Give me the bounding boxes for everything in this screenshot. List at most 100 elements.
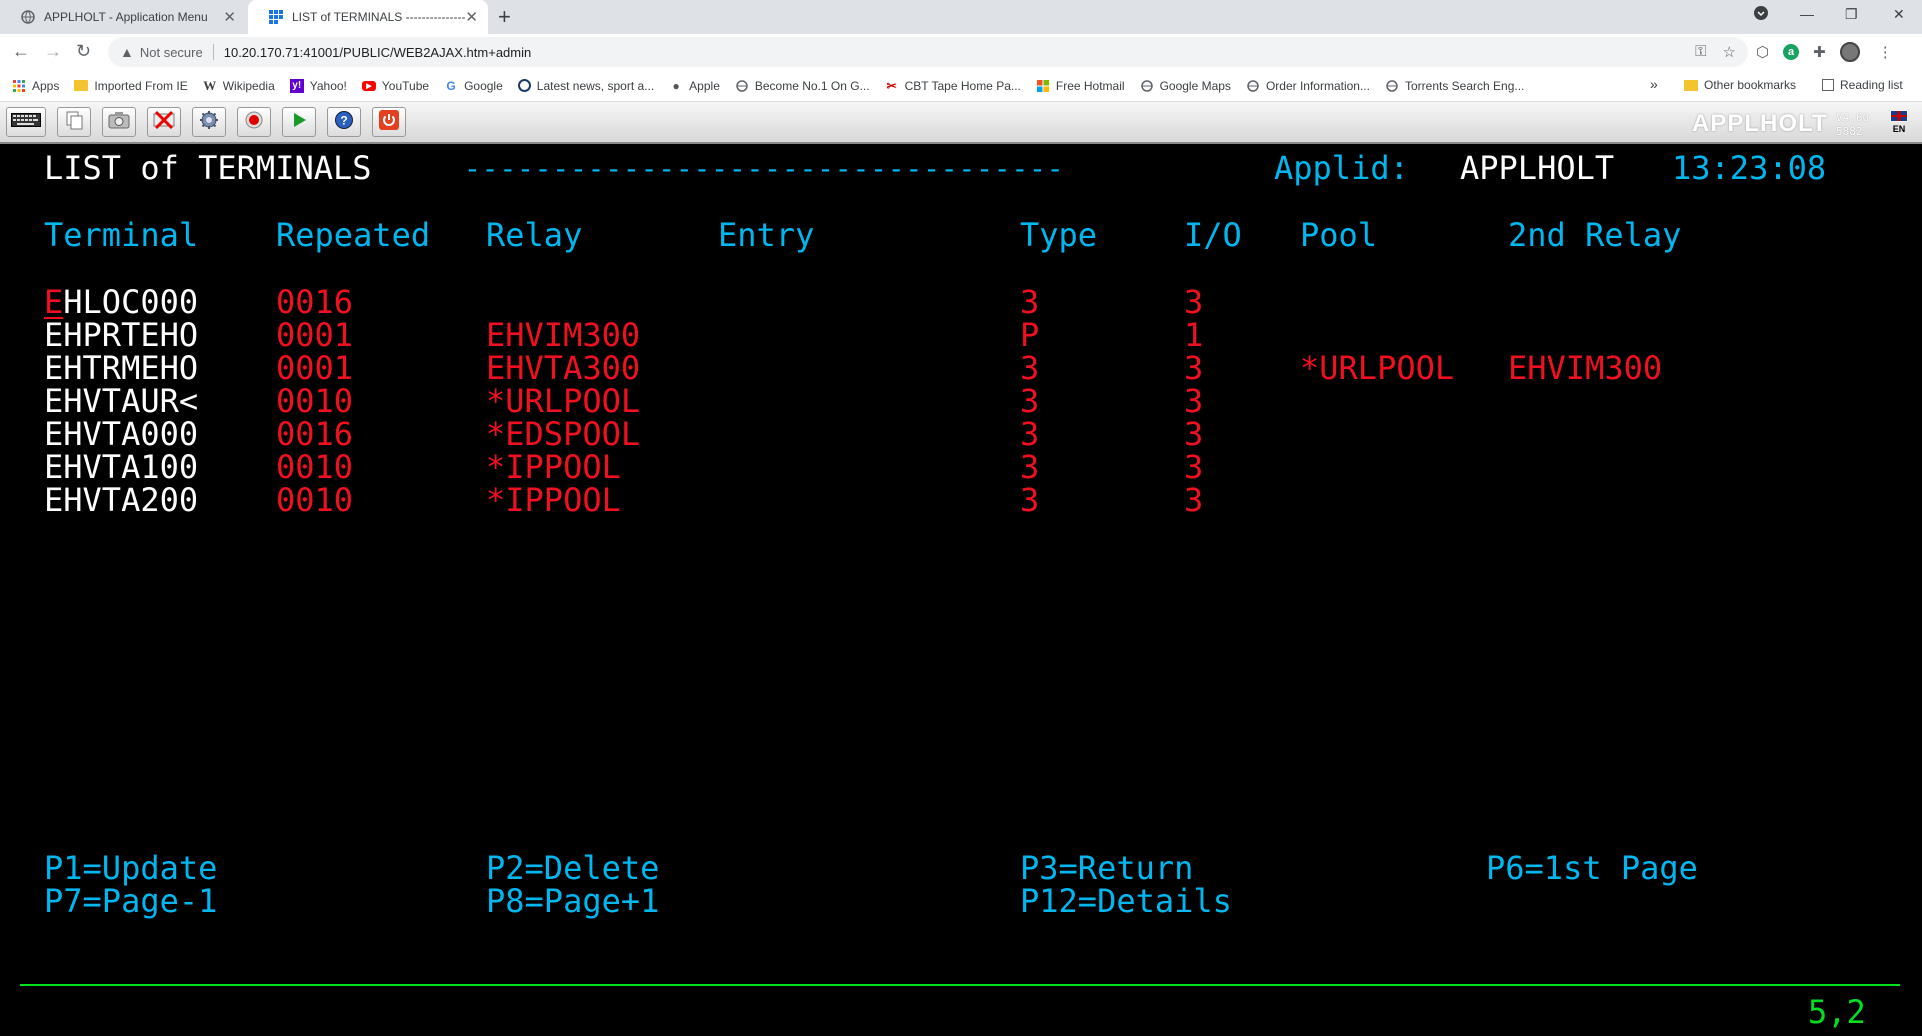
pf6-first-page-key[interactable]: P6=1st Page: [1486, 852, 1698, 885]
grid-app-icon: [268, 9, 284, 25]
row-terminal-name[interactable]: EHLOC000: [44, 286, 198, 319]
app-toolbar: ? APPLHOLT V4.60 5882 EN: [0, 102, 1922, 144]
globe-icon: [1246, 79, 1260, 93]
app-brand-logo: APPLHOLT: [1692, 110, 1828, 137]
row-terminal-name[interactable]: EHVTA100: [44, 451, 198, 484]
warning-triangle-icon[interactable]: ▲: [120, 44, 134, 60]
power-button[interactable]: [372, 107, 406, 137]
row-repeated: 0001: [276, 316, 354, 354]
bookmark-torrents-search[interactable]: Torrents Search Eng...: [1385, 79, 1524, 93]
bookmark-label: Apps: [32, 78, 60, 93]
close-icon[interactable]: ✕: [465, 8, 478, 26]
pf1-update-key[interactable]: P1=Update: [44, 852, 217, 885]
security-label[interactable]: Not secure: [140, 45, 203, 60]
row-relay: *IPPOOL: [486, 481, 621, 519]
tab-list-of-terminals[interactable]: LIST of TERMINALS --------------- ✕: [248, 0, 488, 34]
help-button[interactable]: ?: [327, 107, 361, 137]
svg-text:?: ?: [340, 113, 347, 127]
language-selector[interactable]: EN: [1888, 110, 1910, 138]
row-io: 3: [1184, 283, 1204, 321]
pf3-return-key[interactable]: P3=Return: [1020, 852, 1193, 885]
screen-title: LIST of TERMINALS: [44, 149, 372, 187]
column-header-terminal: Terminal: [44, 216, 199, 254]
record-button[interactable]: [237, 107, 271, 137]
row-io: 3: [1184, 382, 1204, 420]
extension-shield-icon[interactable]: ⬡: [1756, 43, 1769, 61]
row-type: 3: [1020, 283, 1040, 321]
bookmark-yahoo[interactable]: y! Yahoo!: [289, 78, 347, 93]
keyboard-button[interactable]: [6, 107, 46, 137]
status-divider: [20, 984, 1900, 986]
reading-list[interactable]: Reading list: [1822, 78, 1903, 92]
tab-application-menu[interactable]: APPLHOLT - Application Menu ✕: [0, 0, 246, 34]
menu-kebab-icon[interactable]: ⋮: [1878, 43, 1893, 61]
bookmark-youtube[interactable]: ▶ YouTube: [361, 79, 429, 93]
pf2-delete-key[interactable]: P2=Delete: [486, 852, 659, 885]
bookmark-wikipedia[interactable]: W Wikipedia: [203, 78, 275, 93]
close-window-icon[interactable]: ✕: [1893, 6, 1905, 23]
bookmark-become-no1[interactable]: Become No.1 On G...: [735, 79, 870, 93]
pf12-details-key[interactable]: P12=Details: [1020, 885, 1232, 918]
play-button[interactable]: [282, 107, 316, 137]
forward-arrow-icon[interactable]: →: [44, 41, 62, 62]
globe-icon: [735, 79, 749, 93]
bookmark-cbt-tape[interactable]: ✂ CBT Tape Home Pa...: [885, 79, 1021, 93]
back-arrow-icon[interactable]: ←: [12, 41, 30, 62]
column-header-repeated: Repeated: [276, 216, 431, 254]
disconnect-button[interactable]: [147, 107, 181, 137]
bookmark-label: Imported From IE: [94, 78, 188, 93]
url-text[interactable]: 10.20.170.71:41001/PUBLIC/WEB2AJAX.htm+a…: [224, 45, 532, 60]
puzzle-icon[interactable]: ✚: [1813, 43, 1826, 61]
column-header-type: Type: [1020, 216, 1098, 254]
bookmarks-overflow-chevron[interactable]: »: [1650, 76, 1658, 92]
bookmark-apple[interactable]: ● Apple: [669, 79, 720, 93]
terminal-screen[interactable]: LIST of TERMINALS ----------------------…: [0, 144, 1922, 1036]
row-type: 3: [1020, 481, 1040, 519]
new-tab-plus-icon[interactable]: +: [498, 4, 511, 30]
reload-icon[interactable]: ↻: [76, 41, 91, 62]
bookmark-apps[interactable]: Apps: [12, 79, 59, 93]
copy-button[interactable]: [57, 107, 91, 137]
pf8-page-forward-key[interactable]: P8=Page+1: [486, 885, 659, 918]
column-header-2nd-relay: 2nd Relay: [1508, 216, 1682, 254]
row-terminal-name[interactable]: EHPRTEHO: [44, 319, 198, 352]
folder-icon: [74, 80, 89, 91]
reading-list-icon: [1822, 79, 1834, 91]
row-terminal-name[interactable]: EHVTA000: [44, 418, 198, 451]
copy-pages-icon: [64, 110, 84, 135]
bookmark-order-information[interactable]: Order Information...: [1246, 79, 1370, 93]
bookmark-google-maps[interactable]: Google Maps: [1140, 79, 1231, 93]
apple-icon: ●: [672, 78, 680, 93]
help-icon: ?: [334, 110, 354, 135]
bookmark-label: Yahoo!: [309, 78, 347, 93]
pf7-page-back-key[interactable]: P7=Page-1: [44, 885, 217, 918]
yahoo-icon: y!: [289, 78, 304, 93]
row-type: 3: [1020, 415, 1040, 453]
globe-icon: [20, 9, 36, 25]
bookmark-google[interactable]: G Google: [444, 79, 502, 93]
other-bookmarks[interactable]: Other bookmarks: [1684, 78, 1796, 92]
screenshot-button[interactable]: [102, 107, 136, 137]
row-terminal-name[interactable]: EHVTAUR<: [44, 385, 198, 418]
avatar[interactable]: [1839, 42, 1860, 62]
key-icon[interactable]: ⚿: [1695, 43, 1706, 61]
omnibox[interactable]: ▲ Not secure 10.20.170.71:41001/PUBLIC/W…: [108, 37, 1748, 67]
row-terminal-name[interactable]: EHVTA200: [44, 484, 198, 517]
close-icon[interactable]: ✕: [223, 8, 236, 26]
apps-grid-icon: [12, 79, 26, 93]
bookmark-free-hotmail[interactable]: Free Hotmail: [1036, 79, 1125, 93]
version-build: 5882: [1836, 125, 1863, 138]
extension-a-icon[interactable]: a: [1783, 44, 1800, 60]
restore-icon[interactable]: ❐: [1845, 6, 1858, 23]
row-2nd-relay: EHVIM300: [1508, 349, 1663, 387]
cbt-icon: ✂: [886, 78, 897, 93]
tab-search-icon[interactable]: [1754, 6, 1768, 23]
row-terminal-name[interactable]: EHTRMEHO: [44, 352, 198, 385]
settings-button[interactable]: [192, 107, 226, 137]
bookmark-imported-from-ie[interactable]: Imported From IE: [74, 78, 188, 93]
bookmark-label: CBT Tape Home Pa...: [904, 78, 1021, 93]
bookmark-latest-news[interactable]: Latest news, sport a...: [517, 79, 654, 93]
minimize-icon[interactable]: —: [1800, 6, 1814, 22]
star-icon[interactable]: ☆: [1723, 43, 1736, 61]
bookmark-label: Wikipedia: [222, 78, 275, 93]
